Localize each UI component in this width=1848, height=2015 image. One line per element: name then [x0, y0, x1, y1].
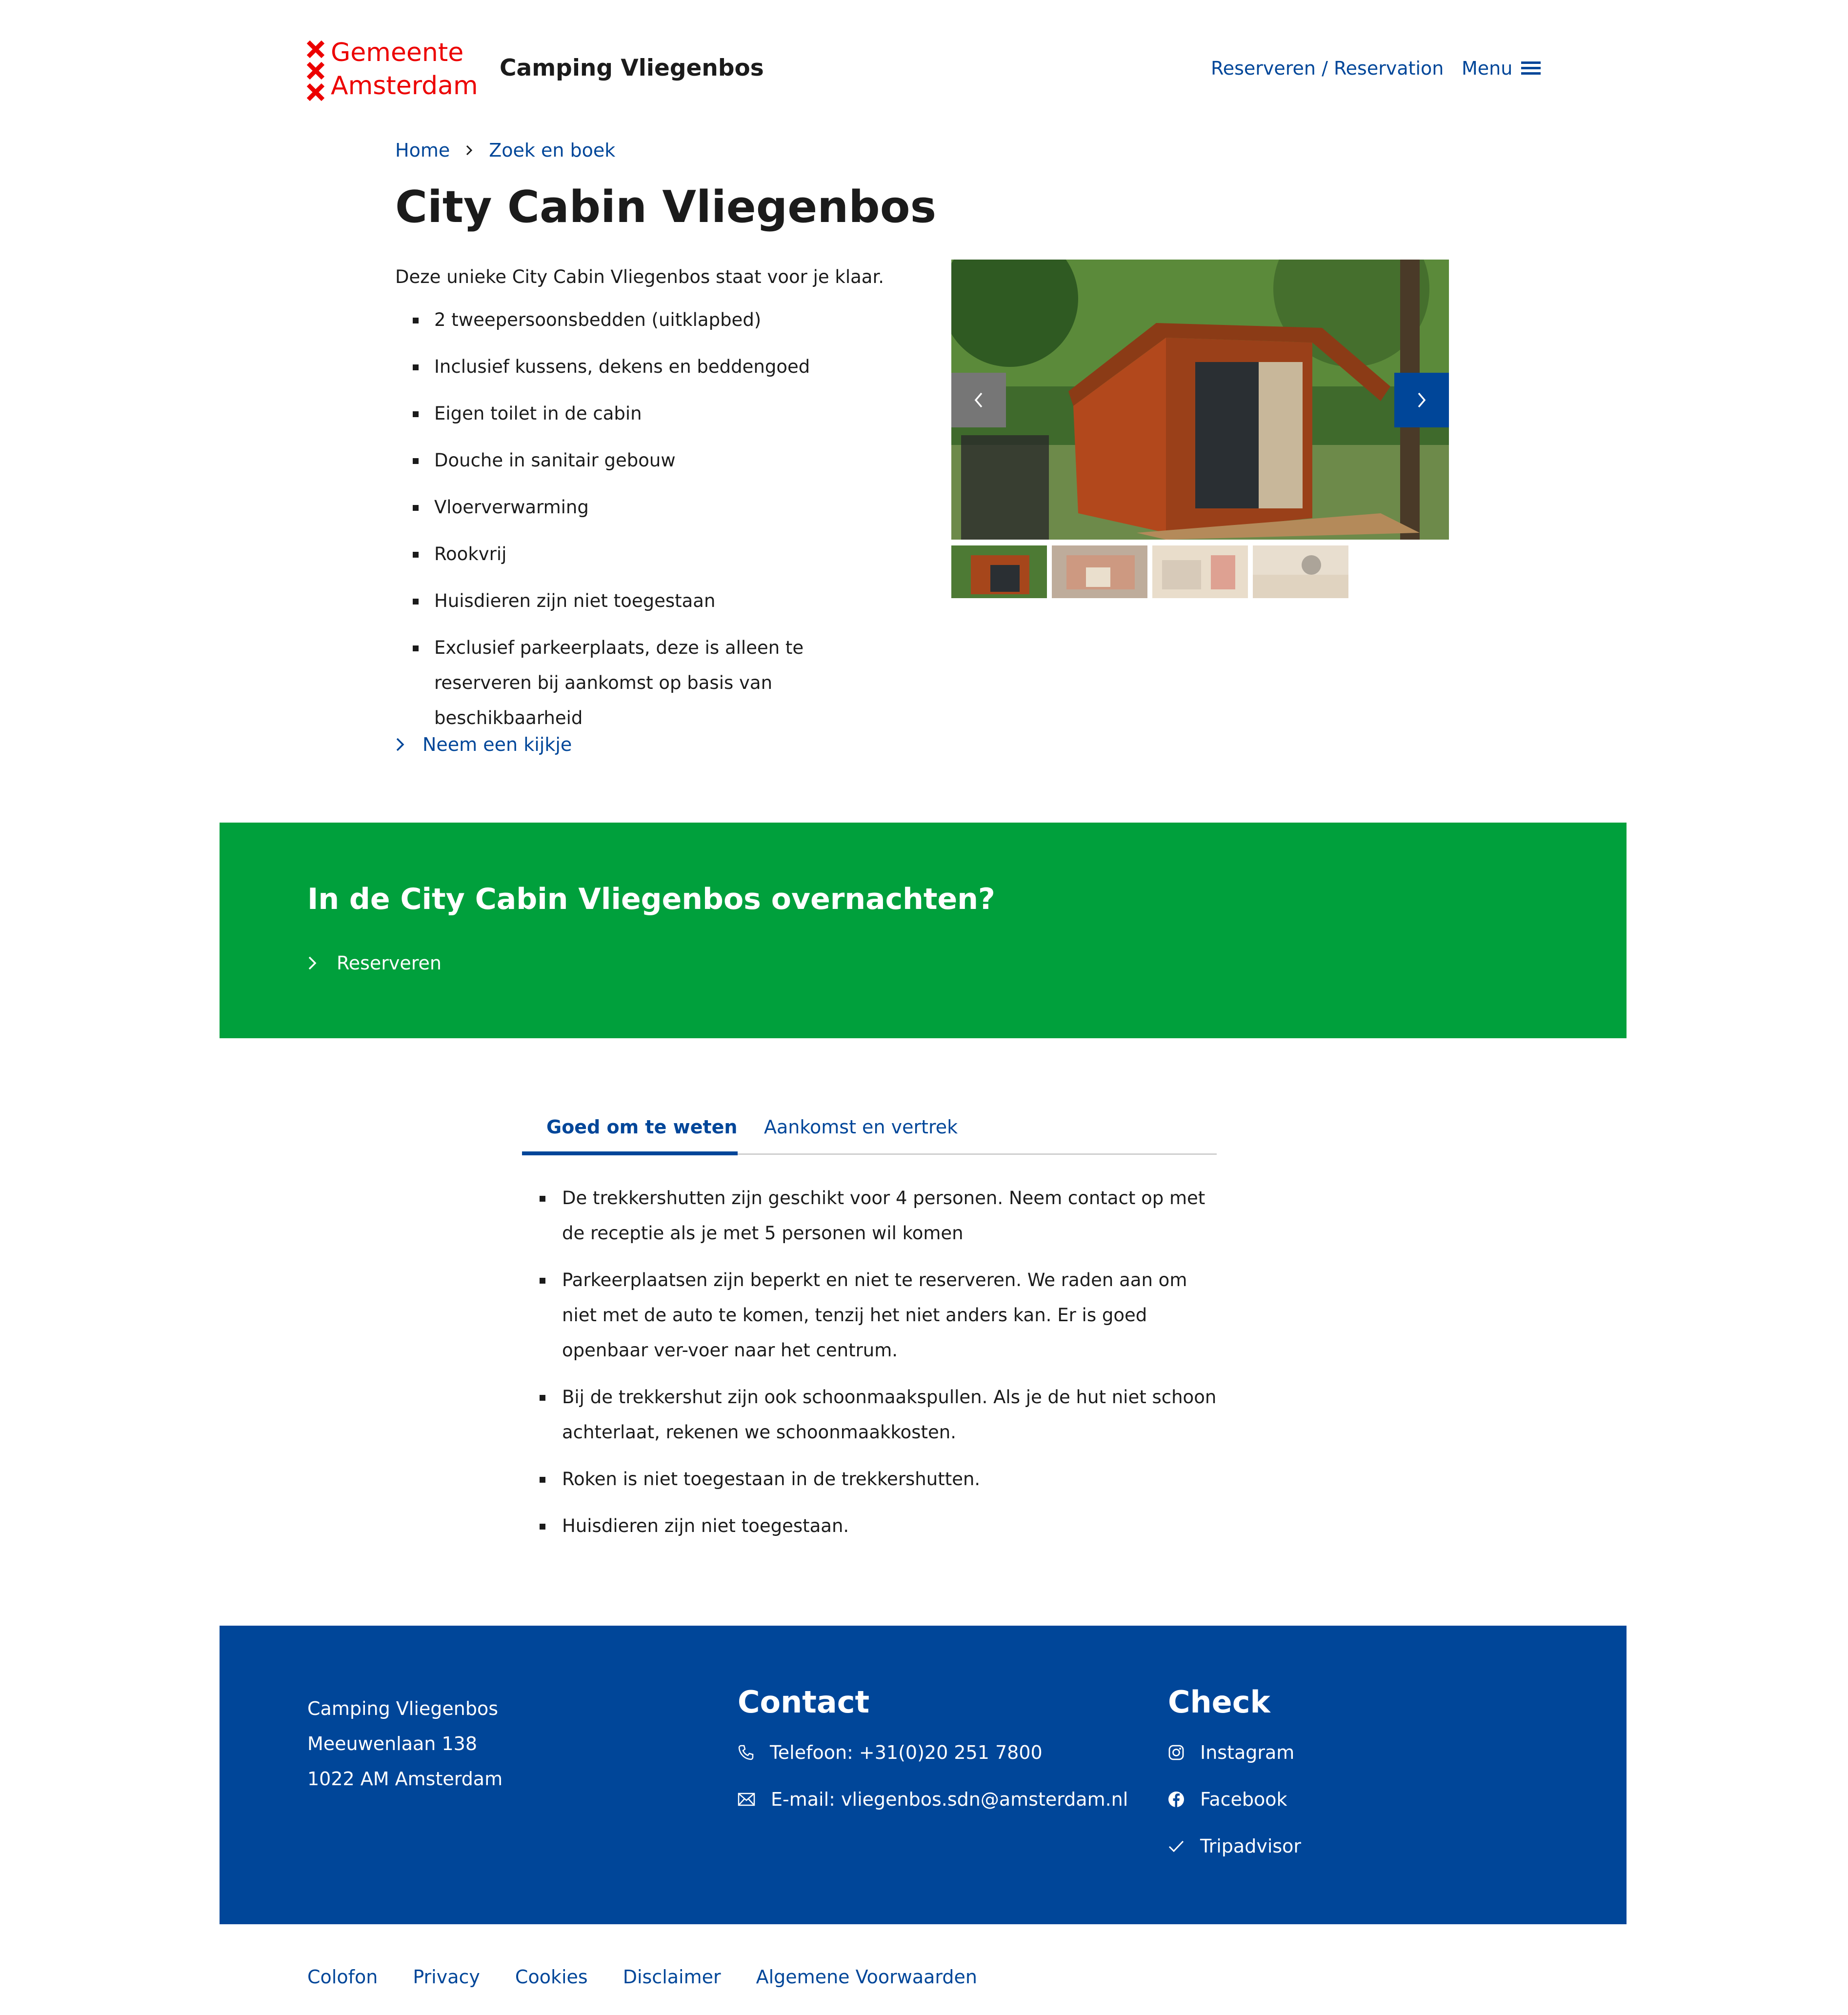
footer-email-link[interactable]: E-mail: vliegenbos.sdn@amsterdam.nl [738, 1789, 1128, 1810]
thumbnail-image [1152, 545, 1248, 598]
breadcrumb: Home Zoek en boek [395, 140, 615, 161]
phone-icon [738, 1745, 754, 1760]
footer-address-line: Camping Vliegenbos [307, 1698, 499, 1719]
bottom-link-privacy[interactable]: Privacy [413, 1966, 480, 1988]
amsterdam-cross-icon [306, 40, 325, 59]
tab-goed-om-te-weten[interactable]: Goed om te weten [546, 1116, 737, 1138]
footer-phone-label: Telefoon: +31(0)20 251 7800 [770, 1742, 1043, 1763]
list-item: Parkeerplaatsen zijn beperkt en niet te … [522, 1263, 1225, 1368]
nav-reserve-link[interactable]: Reserveren / Reservation [1211, 58, 1444, 79]
intro-text: Deze unieke City Cabin Vliegenbos staat … [395, 266, 884, 287]
gallery-main-image[interactable] [951, 260, 1449, 540]
footer-address-line: 1022 AM Amsterdam [307, 1768, 503, 1790]
more-link-label: Neem een kijkje [422, 734, 572, 755]
gallery-thumbnail[interactable] [951, 545, 1047, 598]
gallery-next-button[interactable] [1394, 373, 1449, 427]
banner-reserve-label: Reserveren [337, 952, 442, 974]
list-item: Bij de trekkershut zijn ook schoonmaaksp… [522, 1380, 1225, 1450]
footer-email-label: E-mail: vliegenbos.sdn@amsterdam.nl [771, 1789, 1128, 1810]
bottom-link-disclaimer[interactable]: Disclaimer [623, 1966, 721, 1988]
chevron-right-icon [308, 956, 317, 970]
list-item: Huisdieren zijn niet toegestaan [395, 584, 898, 619]
footer-check-title: Check [1168, 1684, 1270, 1720]
thumbnail-image [951, 545, 1047, 598]
info-list: De trekkershutten zijn geschikt voor 4 p… [522, 1181, 1225, 1555]
menu-button[interactable]: Menu [1462, 58, 1541, 79]
list-item: Rookvrij [395, 537, 898, 572]
list-item: Roken is niet toegestaan in de trekkersh… [522, 1462, 1225, 1497]
list-item: Eigen toilet in de cabin [395, 396, 898, 431]
footer-contact-title: Contact [738, 1684, 870, 1720]
list-item: Vloerverwarming [395, 490, 898, 525]
breadcrumb-current[interactable]: Zoek en boek [489, 140, 615, 161]
gallery-thumbnail[interactable] [1253, 545, 1348, 598]
feature-list: 2 tweepersoonsbedden (uitklapbed) Inclus… [395, 302, 898, 747]
list-item: Douche in sanitair gebouw [395, 443, 898, 478]
tab-aankomst-en-vertrek[interactable]: Aankomst en vertrek [764, 1116, 958, 1138]
amsterdam-cross-icon [306, 83, 325, 101]
footer-tripadvisor-label: Tripadvisor [1200, 1835, 1302, 1857]
amsterdam-crosses-icon[interactable] [306, 40, 326, 104]
page-title: City Cabin Vliegenbos [395, 181, 937, 233]
gallery-prev-button[interactable] [951, 373, 1006, 427]
active-tab-indicator [522, 1151, 738, 1155]
bottom-links: Colofon Privacy Cookies Disclaimer Algem… [307, 1966, 977, 1988]
instagram-icon [1168, 1745, 1184, 1760]
more-link[interactable]: Neem een kijkje [395, 734, 572, 755]
footer-facebook-label: Facebook [1200, 1789, 1287, 1810]
amsterdam-cross-icon [306, 61, 325, 80]
gallery-thumbnail[interactable] [1052, 545, 1147, 598]
footer-instagram-link[interactable]: Instagram [1168, 1742, 1294, 1763]
footer-phone-link[interactable]: Telefoon: +31(0)20 251 7800 [738, 1742, 1043, 1763]
thumbnail-image [1052, 545, 1147, 598]
cabin-photo [951, 260, 1449, 540]
list-item: Inclusief kussens, dekens en beddengoed [395, 349, 898, 384]
chevron-right-icon [396, 738, 404, 751]
bottom-link-cookies[interactable]: Cookies [515, 1966, 588, 1988]
banner-title: In de City Cabin Vliegenbos overnachten? [307, 882, 995, 916]
footer-address: Camping Vliegenbos Meeuwenlaan 138 1022 … [307, 1691, 502, 1796]
gallery-thumbnail[interactable] [1152, 545, 1248, 598]
list-item: Huisdieren zijn niet toegestaan. [522, 1509, 1225, 1544]
footer-facebook-link[interactable]: Facebook [1168, 1789, 1287, 1810]
list-item: 2 tweepersoonsbedden (uitklapbed) [395, 302, 898, 338]
chevron-left-icon [974, 392, 983, 408]
site-name: Camping Vliegenbos [500, 55, 764, 81]
chevron-right-icon [466, 145, 473, 156]
logo-line-2: Amsterdam [331, 71, 478, 101]
facebook-icon [1168, 1792, 1184, 1807]
chevron-right-icon [1418, 392, 1426, 408]
list-item: De trekkershutten zijn geschikt voor 4 p… [522, 1181, 1225, 1251]
footer-tripadvisor-link[interactable]: Tripadvisor [1168, 1835, 1301, 1857]
footer-instagram-label: Instagram [1200, 1742, 1295, 1763]
reserve-banner [220, 823, 1627, 1038]
hamburger-icon [1521, 61, 1541, 75]
breadcrumb-home[interactable]: Home [395, 140, 450, 161]
logo-line-1: Gemeente [331, 38, 464, 67]
bottom-link-colofon[interactable]: Colofon [307, 1966, 378, 1988]
logo-wordmark[interactable]: Gemeente Amsterdam [331, 36, 478, 102]
footer-address-line: Meeuwenlaan 138 [307, 1733, 477, 1754]
list-item: Exclusief parkeerplaats, deze is alleen … [395, 630, 898, 736]
mail-icon [738, 1793, 755, 1806]
check-icon [1168, 1840, 1184, 1853]
banner-reserve-link[interactable]: Reserveren [307, 952, 442, 974]
thumbnail-image [1253, 545, 1348, 598]
menu-label: Menu [1462, 58, 1513, 79]
bottom-link-terms[interactable]: Algemene Voorwaarden [756, 1966, 977, 1988]
